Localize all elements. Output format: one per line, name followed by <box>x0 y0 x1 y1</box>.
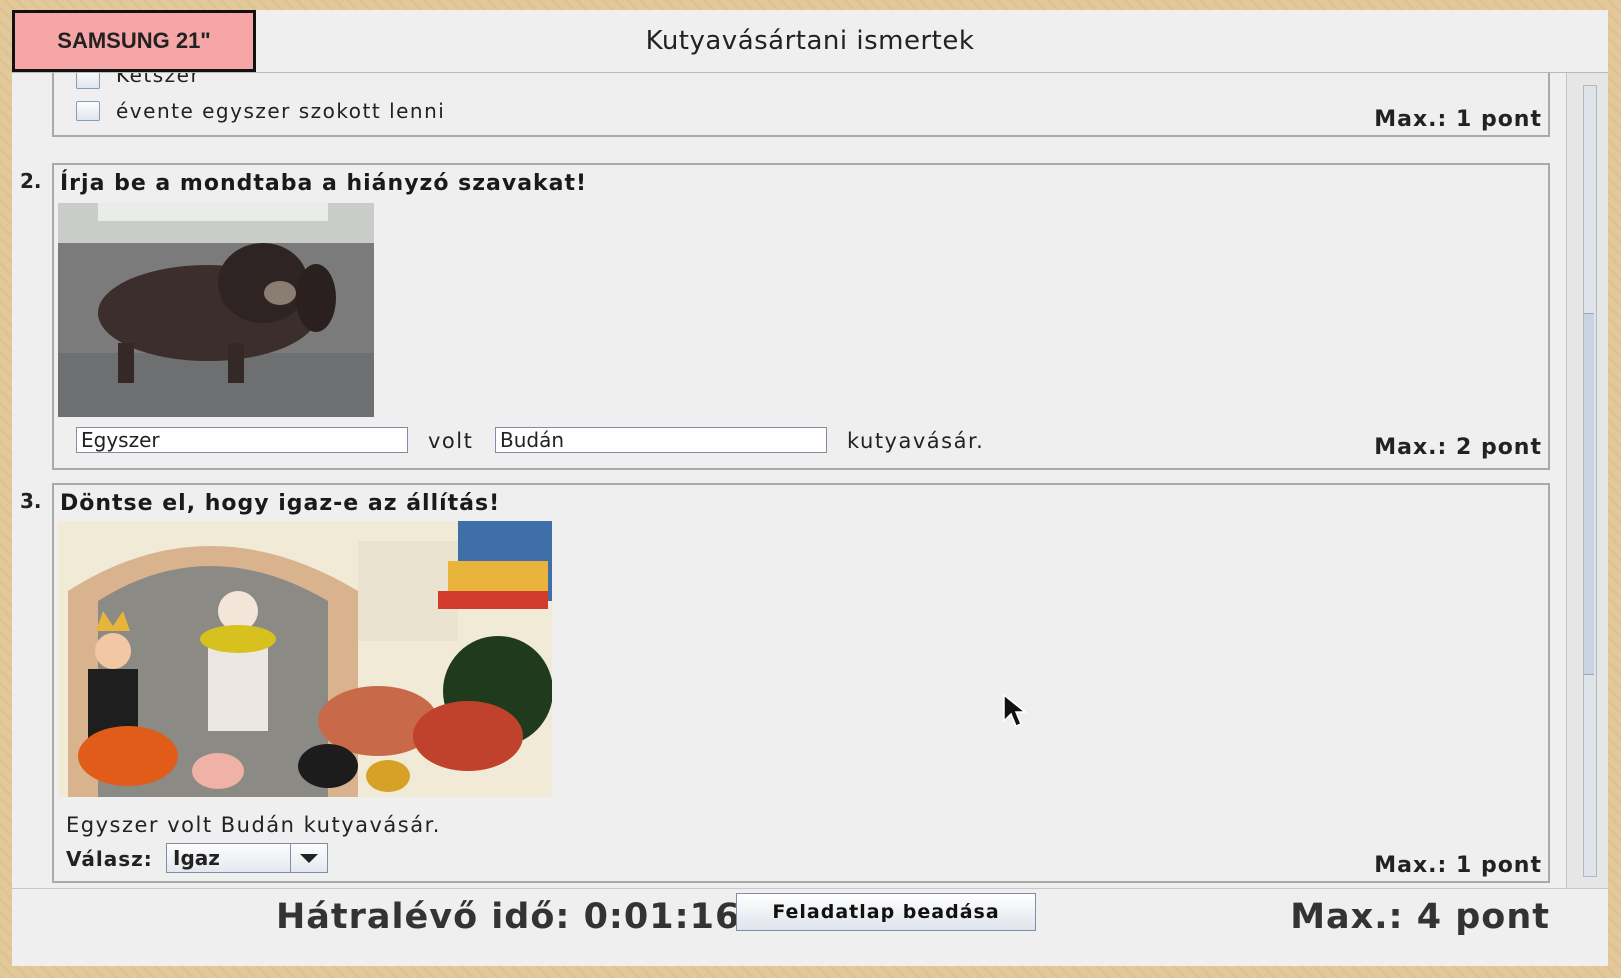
question-3-number: 3. <box>20 489 42 513</box>
status-bar: Hátralévő idő: 0:01:16 Feladatlap beadás… <box>12 888 1608 966</box>
remaining-time: Hátralévő idő: 0:01:16 <box>276 897 741 937</box>
vertical-scrollbar[interactable] <box>1566 73 1608 888</box>
dog-photo <box>58 203 374 417</box>
question-3-prompt: Döntse el, hogy igaz-e az állítás! <box>60 491 501 516</box>
sentence-word-volt: volt <box>428 429 474 453</box>
scrollbar-thumb[interactable] <box>1584 313 1594 675</box>
question-1-box: Kétszer évente egyszer szokott lenni Max… <box>52 73 1550 137</box>
option-2-checkbox[interactable] <box>76 101 100 121</box>
mouse-cursor-icon <box>1003 693 1028 727</box>
option-1-label: Kétszer <box>116 73 201 87</box>
app-window: Kutyavásártani ismertek Kétszer évente e… <box>12 10 1608 966</box>
chevron-down-icon[interactable] <box>290 844 327 872</box>
question-3-box: Döntse el, hogy igaz-e az állítás! Egysz… <box>52 483 1550 883</box>
question-2-prompt: Írja be a mondtaba a hiányzó szavakat! <box>60 171 588 196</box>
answer-label: Válasz: <box>66 847 153 871</box>
dog-market-illustration <box>58 521 552 797</box>
answer-dropdown[interactable]: Igaz <box>166 843 328 873</box>
total-max-points: Max.: 4 pont <box>1290 897 1550 937</box>
question-2-max-points: Max.: 2 pont <box>1374 435 1542 460</box>
question-2-box: Írja be a mondtaba a hiányzó szavakat! v… <box>52 163 1550 470</box>
sentence-word-kutyavasar: kutyavásár. <box>847 429 985 453</box>
question-scroll-area[interactable]: Kétszer évente egyszer szokott lenni Max… <box>12 73 1566 888</box>
submit-worksheet-button[interactable]: Feladatlap beadása <box>736 893 1036 931</box>
question-3-max-points: Max.: 1 pont <box>1374 853 1542 878</box>
statement-text: Egyszer volt Budán kutyavásár. <box>66 813 441 837</box>
option-1-checkbox[interactable] <box>76 73 100 89</box>
question-2-number: 2. <box>20 169 42 193</box>
answer-field-2[interactable] <box>495 427 827 453</box>
answer-field-1[interactable] <box>76 427 408 453</box>
monitor-label: SAMSUNG 21" <box>12 10 256 72</box>
answer-dropdown-value: Igaz <box>173 846 220 870</box>
option-2-label: évente egyszer szokott lenni <box>116 99 446 123</box>
question-1-max-points: Max.: 1 pont <box>1374 107 1542 132</box>
